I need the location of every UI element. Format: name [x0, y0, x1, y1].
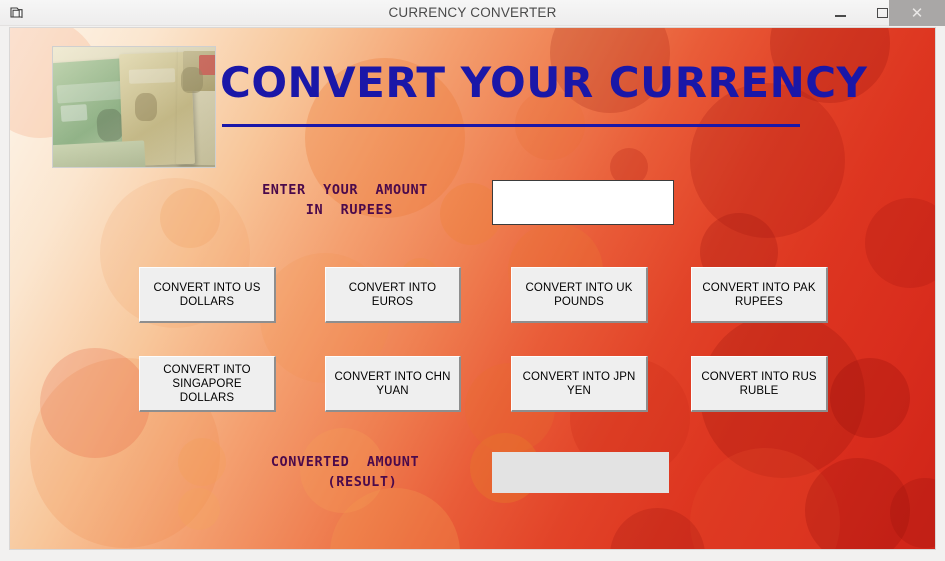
- close-icon: ✕: [910, 4, 924, 22]
- title-bar: CURRENCY CONVERTER ✕: [0, 0, 945, 26]
- minimize-button[interactable]: [819, 0, 861, 26]
- page-title-underline: [222, 124, 800, 127]
- application-window: CURRENCY CONVERTER ✕ CONVERT YOUR CURREN…: [0, 0, 945, 561]
- page-title: CONVERT YOUR CURRENCY: [220, 58, 868, 107]
- result-output[interactable]: [492, 452, 669, 493]
- convert-singapore-dollars-button[interactable]: CONVERT INTO SINGAPORE DOLLARS: [139, 356, 276, 412]
- currency-photo: [52, 46, 216, 168]
- amount-input[interactable]: [492, 180, 674, 225]
- maximize-icon: [876, 8, 888, 18]
- convert-jpn-yen-button[interactable]: CONVERT INTO JPN YEN: [511, 356, 648, 412]
- amount-label: ENTER YOUR AMOUNT IN RUPEES: [262, 182, 428, 218]
- minimize-icon: [834, 15, 846, 17]
- window-title: CURRENCY CONVERTER: [388, 5, 557, 20]
- form-client-area: CONVERT YOUR CURRENCY ENTER YOUR AMOUNT …: [10, 28, 935, 549]
- convert-uk-pounds-button[interactable]: CONVERT INTO UK POUNDS: [511, 267, 648, 323]
- convert-euros-button[interactable]: CONVERT INTO EUROS: [325, 267, 461, 323]
- convert-pak-rupees-button[interactable]: CONVERT INTO PAK RUPEES: [691, 267, 828, 323]
- convert-rus-ruble-button[interactable]: CONVERT INTO RUS RUBLE: [691, 356, 828, 412]
- convert-chn-yuan-button[interactable]: CONVERT INTO CHN YUAN: [325, 356, 461, 412]
- convert-us-dollars-button[interactable]: CONVERT INTO US DOLLARS: [139, 267, 276, 323]
- currency-photo-content: [53, 47, 215, 167]
- result-label: CONVERTED AMOUNT (RESULT): [270, 454, 420, 490]
- close-button[interactable]: ✕: [889, 0, 945, 26]
